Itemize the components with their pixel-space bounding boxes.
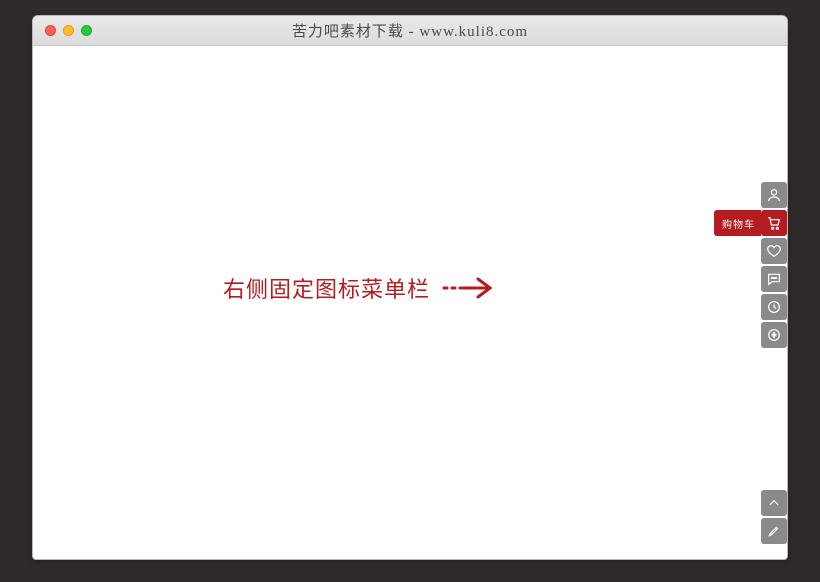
sidebar-bottom: [761, 490, 787, 544]
sidebar-item-edit[interactable]: [761, 518, 787, 544]
user-icon: [766, 187, 782, 203]
sidebar-item-history[interactable]: [761, 294, 787, 320]
arrow-right-icon: [442, 276, 502, 300]
sidebar-item-user[interactable]: [761, 182, 787, 208]
sidebar-item-qrcode[interactable]: [761, 322, 787, 348]
sidebar-main: 购物车: [761, 182, 787, 348]
minimize-button[interactable]: [63, 25, 74, 36]
browser-window: 苦力吧素材下载 - www.kuli8.com 右侧固定图标菜单栏: [32, 15, 788, 560]
cart-icon: [766, 215, 782, 231]
clock-icon: [766, 299, 782, 315]
window-title: 苦力吧素材下载 - www.kuli8.com: [33, 20, 787, 41]
maximize-button[interactable]: [81, 25, 92, 36]
close-button[interactable]: [45, 25, 56, 36]
pencil-icon: [767, 524, 781, 538]
page-content: 右侧固定图标菜单栏: [33, 46, 787, 559]
sidebar-item-favorite[interactable]: [761, 238, 787, 264]
caption-text: 右侧固定图标菜单栏: [223, 272, 430, 304]
qrcode-icon: [766, 327, 782, 343]
chevron-up-icon: [767, 496, 781, 510]
sidebar-item-chat[interactable]: [761, 266, 787, 292]
sidebar-tooltip-cart: 购物车: [714, 210, 761, 236]
sidebar-item-cart[interactable]: 购物车: [761, 210, 787, 236]
caption: 右侧固定图标菜单栏: [223, 272, 502, 304]
heart-icon: [766, 243, 782, 259]
titlebar: 苦力吧素材下载 - www.kuli8.com: [33, 16, 787, 46]
chat-icon: [766, 271, 782, 287]
sidebar-item-top[interactable]: [761, 490, 787, 516]
window-controls: [45, 25, 92, 36]
